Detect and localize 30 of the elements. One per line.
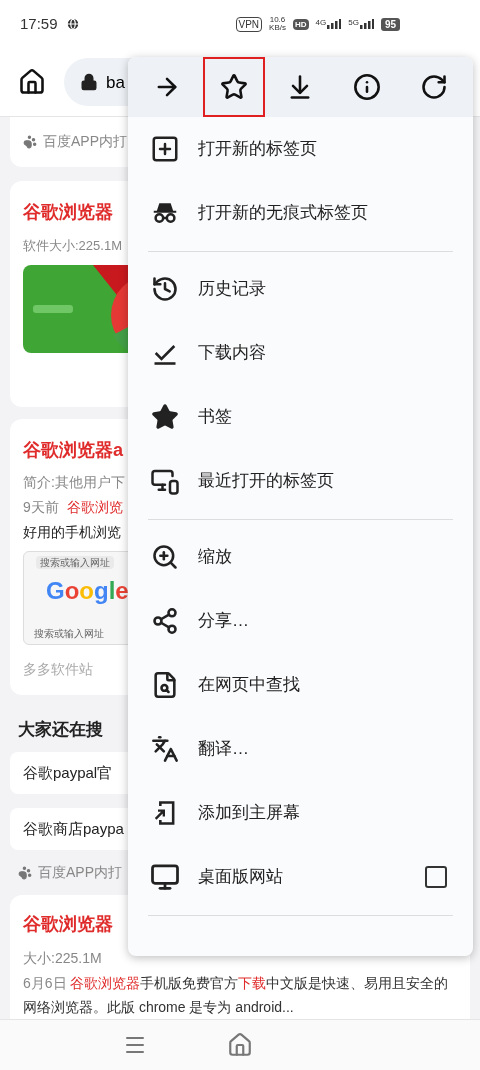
vpn-badge: VPN bbox=[235, 16, 263, 32]
menu-item-label: 桌面版网站 bbox=[198, 866, 283, 889]
menu-item-label: 打开新的标签页 bbox=[198, 138, 317, 161]
menu-item-label: 历史记录 bbox=[198, 278, 266, 301]
google-logo: Google bbox=[46, 576, 129, 605]
menu-item-label: 分享… bbox=[198, 610, 249, 633]
section-heading: 大家还在搜 bbox=[18, 718, 104, 741]
network-speed: 10.6 bbox=[269, 16, 286, 25]
result-date: 9天前 bbox=[23, 497, 59, 517]
menu-item-label: 打开新的无痕式标签页 bbox=[198, 202, 368, 225]
network-type: 5G bbox=[348, 19, 359, 28]
hd-badge: HD bbox=[292, 18, 309, 30]
menu-item-label: 书签 bbox=[198, 406, 232, 429]
result-meta: 软件大小:225.1M bbox=[23, 236, 123, 255]
result-text: 好用的手机浏览 bbox=[23, 522, 121, 542]
clock: 17:59 bbox=[20, 14, 58, 35]
result-meta: 大小:225.1M bbox=[23, 949, 103, 969]
menu-item-label: 在网页中查找 bbox=[198, 674, 300, 697]
speed-unit: KB/s bbox=[269, 24, 286, 33]
source-text: 多多软件站 bbox=[23, 659, 94, 679]
menu-item-label: 最近打开的标签页 bbox=[198, 470, 334, 493]
url-text: ba bbox=[106, 71, 125, 94]
result-intro: 简介:其他用户下 bbox=[23, 472, 125, 492]
battery: 95 bbox=[380, 17, 400, 31]
source-text: 百度APP内打 bbox=[38, 863, 122, 883]
network-type: 4G bbox=[315, 19, 327, 28]
menu-item-label: 缩放 bbox=[198, 546, 232, 569]
menu-item-label: 下载内容 bbox=[198, 342, 266, 365]
source-text: 百度APP内打 bbox=[43, 132, 127, 152]
result-snippet: 6月6日 谷歌浏览器手机版免费官方下载中文版是快速、易用且安全的网络浏览器。此版 chrome 是专为 android... bbox=[23, 974, 450, 1018]
